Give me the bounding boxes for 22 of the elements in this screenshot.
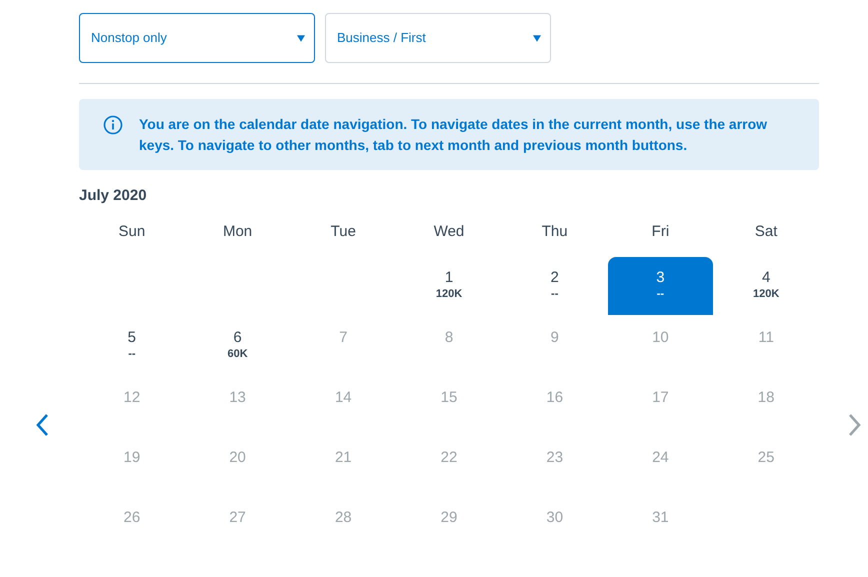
info-message: You are on the calendar date navigation. To navigate dates in the current month, use the arrow keys. To navigate to other months, tab to next month and previous month buttons. [139, 115, 768, 155]
weekday-label: Wed [434, 222, 464, 242]
weekday-label: Thu [542, 222, 568, 242]
month-title: July 2020 [79, 186, 148, 206]
chevron-right-icon [848, 413, 862, 437]
weekday-label: Sat [754, 222, 778, 242]
filter-dropdown[interactable]: Nonstop only [79, 13, 315, 63]
info-icon [103, 115, 123, 135]
calendar-day[interactable]: 4 120K [713, 257, 819, 315]
calendar-day[interactable]: 3 -- [608, 257, 714, 315]
dropdown-caret-icon [297, 34, 305, 42]
weekday-label: Mon [222, 222, 252, 242]
calendar-day[interactable]: 5 -- [79, 317, 185, 375]
weekday-label: Fri [652, 222, 670, 242]
chevron-left-icon [35, 413, 49, 437]
calendar-day[interactable]: 6 60K [184, 317, 290, 375]
calendar-day[interactable]: 2 -- [502, 257, 608, 315]
dropdown-caret-icon [533, 34, 541, 42]
filter-dropdown[interactable]: Business / First [325, 13, 551, 63]
weekday-label: Sun [118, 222, 146, 242]
weekday-label: Tue [330, 222, 356, 242]
calendar-day[interactable]: 1 120K [396, 257, 502, 315]
